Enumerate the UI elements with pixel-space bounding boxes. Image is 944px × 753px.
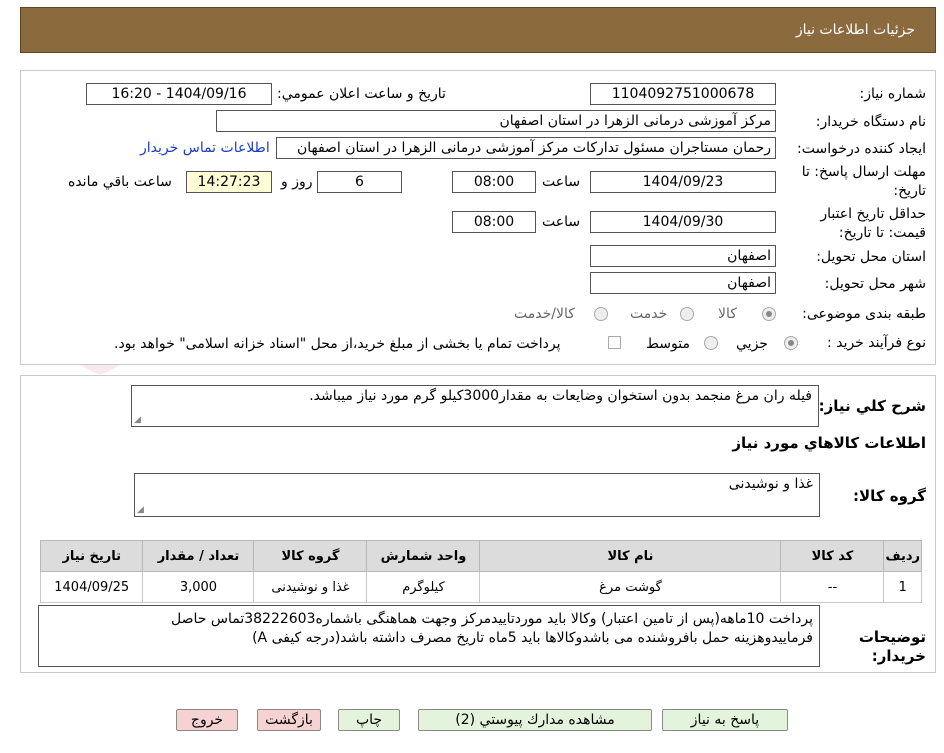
- deadline-label-line1: مهلت ارسال پاسخ: تا: [801, 164, 926, 180]
- cell-quantity: 3,000: [142, 571, 255, 603]
- page-title: جزئیات اطلاعات نیاز: [795, 22, 915, 38]
- category-option-goods: کالا: [718, 306, 737, 322]
- province-field[interactable]: اصفهان: [590, 245, 776, 267]
- remaining-label: ساعت باقي مانده: [68, 174, 172, 190]
- days-label: روز و: [281, 174, 313, 190]
- treasury-payment-checkbox[interactable]: [608, 336, 621, 349]
- requester-label: ایجاد کننده درخواست:: [797, 141, 926, 157]
- goods-group-label: گروه کالا:: [853, 487, 926, 505]
- buyer-label: نام دستگاه خریدار:: [815, 114, 926, 130]
- need-number-label: شماره نیاز:: [859, 86, 927, 102]
- category-label: طبقه بندی موضوعی:: [802, 306, 926, 322]
- remaining-time-field: 14:27:23: [186, 171, 272, 193]
- summary-textarea[interactable]: فیله ران مرغ منجمد بدون استخوان وضایعات …: [131, 385, 819, 427]
- cell-row-number: 1: [883, 571, 922, 603]
- city-field[interactable]: اصفهان: [590, 272, 776, 294]
- need-number-field[interactable]: 1104092751000678: [590, 83, 776, 105]
- notes-label-line1: توضیحات: [858, 628, 926, 646]
- col-header-row-number: ردیف: [883, 540, 922, 572]
- exit-button[interactable]: خروج: [176, 709, 238, 731]
- deadline-date-field[interactable]: 1404/09/23: [590, 171, 776, 193]
- back-button[interactable]: بازگشت: [257, 709, 321, 731]
- city-label: شهر محل تحویل:: [824, 276, 926, 292]
- table-header-row: ردیف کد کالا نام کالا واحد شمارش گروه کا…: [39, 540, 922, 572]
- category-radio-goods[interactable]: [762, 307, 776, 321]
- goods-group-text: غذا و نوشیدنی: [728, 476, 813, 492]
- cell-group: غذا و نوشیدنی: [253, 571, 368, 603]
- province-label: استان محل تحویل:: [816, 249, 926, 265]
- table-row[interactable]: 1 -- گوشت مرغ کیلوگرم غذا و نوشیدنی 3,00…: [39, 571, 922, 603]
- process-option-medium: متوسط: [646, 336, 690, 352]
- goods-table: ردیف کد کالا نام کالا واحد شمارش گروه کا…: [39, 540, 922, 603]
- buyer-field[interactable]: مرکز آموزشی درمانی الزهرا در استان اصفها…: [216, 110, 776, 132]
- summary-label: شرح کلي نیاز:: [818, 397, 926, 415]
- notes-line-2: فرماییدوهزینه حمل بافروشنده می باشدوکالا…: [252, 630, 813, 646]
- process-label: نوع فرآیند خرید :: [827, 335, 926, 351]
- notes-label-line2: خریدار:: [871, 647, 926, 665]
- col-header-name: نام کالا: [479, 540, 782, 572]
- validity-time-label: ساعت: [542, 214, 581, 230]
- view-attachments-button[interactable]: مشاهده مدارك پیوستي (2): [418, 709, 652, 731]
- cell-date: 1404/09/25: [39, 571, 144, 603]
- col-header-group: گروه کالا: [253, 540, 368, 572]
- category-option-goods-service: کالا/خدمت: [514, 306, 575, 322]
- resize-grip-icon[interactable]: ◢: [134, 415, 141, 425]
- deadline-label-line2: تاریخ:: [893, 183, 926, 199]
- category-option-service: خدمت: [630, 306, 668, 322]
- cell-name: گوشت مرغ: [479, 571, 782, 603]
- col-header-date: تاریخ نیاز: [39, 540, 144, 572]
- buyer-contact-link[interactable]: اطلاعات تماس خریدار: [140, 140, 270, 156]
- deadline-time-field[interactable]: 08:00: [452, 171, 536, 193]
- notes-line-1: پرداخت 10ماهه(پس از تامین اعتبار) وکالا …: [171, 611, 813, 627]
- treasury-payment-note: پرداخت تمام یا بخشی از مبلغ خرید،از محل …: [114, 336, 561, 352]
- process-option-minor: جزیي: [736, 336, 768, 352]
- resize-grip-icon[interactable]: ◢: [137, 505, 144, 515]
- validity-time-field[interactable]: 08:00: [452, 211, 536, 233]
- requester-field[interactable]: رحمان مستاجران مسئول تداركات مرکز آموزشی…: [276, 137, 776, 159]
- cell-unit: کیلوگرم: [366, 571, 481, 603]
- print-button[interactable]: چاپ: [338, 709, 400, 731]
- process-radio-minor[interactable]: [784, 336, 798, 350]
- cell-code: --: [780, 571, 885, 603]
- reply-button[interactable]: پاسخ به نیاز: [662, 709, 788, 731]
- process-radio-medium[interactable]: [704, 336, 718, 350]
- category-radio-goods-service[interactable]: [594, 307, 608, 321]
- days-remaining-field[interactable]: 6: [317, 171, 402, 193]
- col-header-unit: واحد شمارش: [366, 540, 481, 572]
- validity-label-line2: قیمت: تا تاریخ:: [838, 225, 926, 241]
- col-header-quantity: تعداد / مقدار: [142, 540, 255, 572]
- validity-date-field[interactable]: 1404/09/30: [590, 211, 776, 233]
- goods-info-title: اطلاعات کالاهاي مورد نیاز: [732, 434, 926, 452]
- category-radio-service[interactable]: [680, 307, 694, 321]
- col-header-code: کد کالا: [780, 540, 885, 572]
- deadline-time-label: ساعت: [542, 174, 581, 190]
- announce-field[interactable]: 1404/09/16 - 16:20: [86, 83, 272, 105]
- page-header: جزئیات اطلاعات نیاز: [20, 7, 936, 53]
- validity-label-line1: حداقل تاریخ اعتبار: [820, 206, 926, 222]
- announce-label: تاریخ و ساعت اعلان عمومي:: [277, 86, 446, 102]
- goods-group-textarea[interactable]: غذا و نوشیدنی ◢: [134, 473, 820, 517]
- notes-textarea[interactable]: پرداخت 10ماهه(پس از تامین اعتبار) وکالا …: [38, 605, 820, 667]
- summary-text: فیله ران مرغ منجمد بدون استخوان وضایعات …: [309, 388, 812, 404]
